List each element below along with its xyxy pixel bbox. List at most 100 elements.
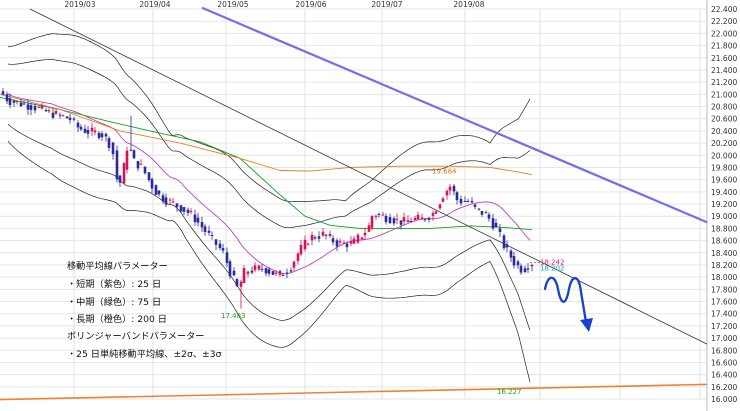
candle-body	[274, 272, 278, 274]
candle-body	[214, 239, 218, 245]
annotations: 17.48319.68416.22718.24218.202	[221, 167, 565, 396]
candle-body	[441, 198, 445, 202]
band-upper-3sigma	[7, 33, 531, 203]
candle-body	[40, 105, 44, 109]
candle-body	[44, 109, 48, 112]
candle-body	[388, 217, 392, 224]
candle-body	[303, 239, 307, 250]
candle-body	[409, 220, 413, 222]
candle-body	[90, 127, 94, 132]
y-tick-label: 22.000	[711, 29, 737, 38]
candle-body	[147, 172, 151, 181]
candle-body	[72, 118, 76, 120]
candle-body	[271, 271, 275, 275]
candle-body	[363, 232, 367, 236]
candle-body	[26, 104, 30, 110]
candle-body	[434, 211, 438, 214]
candle-body	[232, 270, 236, 276]
candle-body	[317, 236, 321, 239]
candle-body	[100, 133, 104, 138]
x-axis: 2019/03 2019/04 2019/05 2019/06 2019/07 2019/…	[64, 0, 484, 9]
y-axis: 22.400 22.200 22.000 21.800 21.600 21.400 21.2…	[711, 5, 737, 404]
candle-body	[182, 207, 186, 212]
y-tick-label: 18.600	[711, 237, 737, 246]
candle-body	[86, 130, 90, 134]
moving-averages	[0, 93, 533, 275]
candle-body	[342, 242, 346, 244]
candle-body	[459, 198, 463, 204]
candle-body	[352, 238, 356, 244]
y-tick-label: 18.200	[711, 261, 737, 270]
forecast-arrow	[543, 276, 593, 332]
candle-body	[164, 197, 168, 205]
y-tick-label: 17.200	[711, 322, 737, 331]
y-tick-label: 20.400	[711, 127, 737, 136]
candle-body	[250, 270, 254, 273]
candle-body	[345, 243, 349, 248]
candle-body	[22, 103, 26, 105]
y-tick-label: 19.600	[711, 176, 737, 185]
candle-body	[143, 166, 147, 174]
candle-body	[420, 217, 424, 220]
candle-body	[125, 150, 129, 170]
chart-container: 2019/03 2019/04 2019/05 2019/06 2019/07 2019/…	[0, 0, 740, 411]
candle-body	[207, 230, 211, 233]
candle-body	[203, 226, 207, 233]
y-tick-label: 16.000	[711, 395, 737, 404]
sma-mid-line	[0, 96, 533, 231]
candle-body	[15, 101, 19, 103]
candle-body	[118, 175, 122, 183]
x-tick-label: 2019/05	[217, 0, 248, 9]
forecast-arrow-head	[580, 318, 593, 332]
candle-body	[257, 265, 261, 270]
candle-body	[285, 272, 289, 274]
candle-body	[455, 192, 459, 201]
y-tick-label: 18.800	[711, 224, 737, 233]
price-annotation: 16.227	[497, 388, 522, 396]
candle-body	[196, 217, 200, 223]
y-tick-label: 21.800	[711, 42, 737, 51]
candle-body	[221, 247, 225, 251]
y-tick-label: 19.200	[711, 200, 737, 209]
price-annotation: 18.202	[540, 264, 565, 272]
candle-body	[29, 105, 33, 110]
y-tick-label: 16.200	[711, 383, 737, 392]
candle-body	[445, 190, 449, 196]
candle-body	[484, 212, 488, 214]
candle-body	[76, 122, 80, 128]
candle-body	[260, 268, 264, 270]
candle-body	[239, 281, 243, 287]
candle-body	[480, 210, 484, 215]
y-tick-label: 17.000	[711, 334, 737, 343]
trend-line-middle	[29, 8, 708, 345]
y-tick-label: 20.200	[711, 139, 737, 148]
candle-body	[189, 210, 193, 213]
y-tick-label: 21.000	[711, 90, 737, 99]
candle-body	[12, 100, 16, 103]
candle-body	[136, 161, 140, 169]
candle-body	[406, 220, 410, 223]
candle-body	[381, 214, 385, 216]
x-tick-label: 2019/03	[64, 0, 95, 9]
candle-body	[8, 98, 12, 106]
candle-body	[264, 268, 268, 274]
candle-body	[306, 243, 310, 245]
x-tick-label: 2019/07	[371, 0, 402, 9]
candle-body	[171, 201, 175, 203]
y-tick-label: 17.600	[711, 298, 737, 307]
y-tick-label: 21.200	[711, 78, 737, 87]
candle-body	[51, 112, 55, 118]
y-tick-label: 16.800	[711, 346, 737, 355]
candle-body	[54, 110, 58, 114]
candle-body	[281, 274, 285, 276]
sma-short-line	[7, 93, 531, 275]
candle-body	[218, 243, 222, 249]
y-tick-label: 17.400	[711, 310, 737, 319]
candle-body	[242, 268, 246, 284]
candle-body	[452, 185, 456, 192]
candle-body	[377, 213, 381, 215]
candle-body	[431, 213, 435, 216]
candle-body	[335, 240, 339, 247]
candle-body	[416, 214, 420, 220]
candle-body	[374, 215, 378, 217]
